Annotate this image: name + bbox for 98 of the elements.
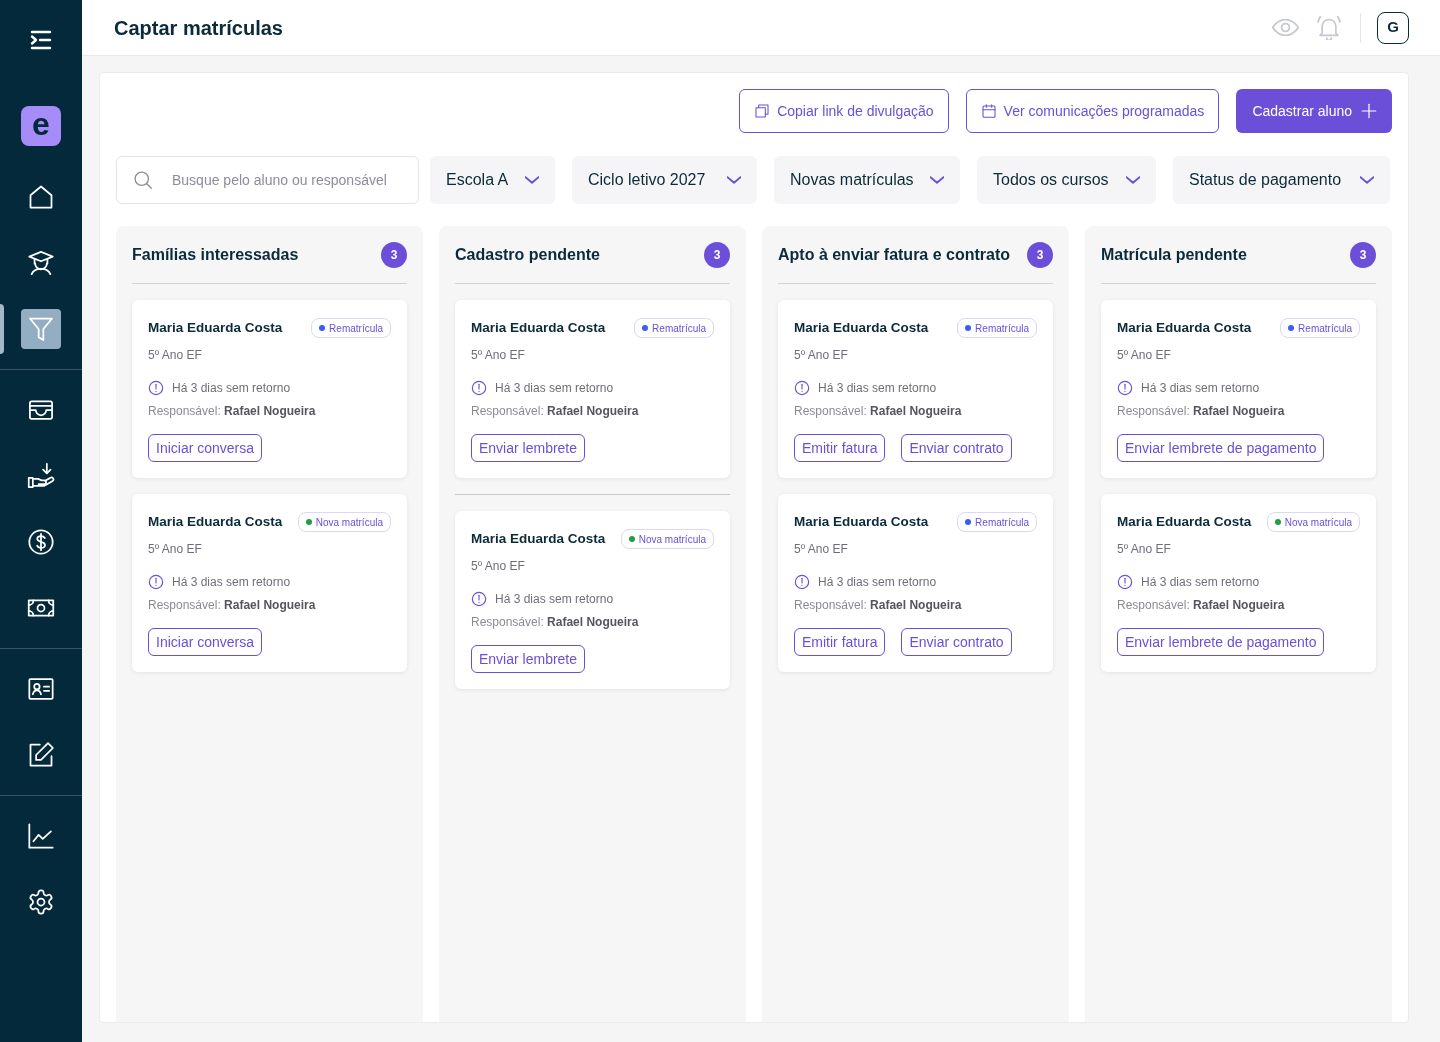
edit-icon — [27, 741, 55, 769]
alert-icon — [794, 380, 810, 396]
count-badge: 3 — [1350, 241, 1376, 268]
tag-label: Rematrícula — [1298, 321, 1352, 336]
student-name: Maria Eduarda Costa — [794, 318, 929, 337]
student-icon — [27, 249, 55, 277]
tag-label: Nova matrícula — [638, 532, 706, 547]
alert-icon — [148, 380, 164, 396]
status-text: Há 3 dias sem retorno — [818, 380, 937, 396]
action-button[interactable]: Ver comunicações programadas — [965, 89, 1220, 133]
status-text: Há 3 dias sem retorno — [818, 574, 937, 590]
guardian-text: Responsável: Rafael Nogueira — [471, 403, 640, 419]
student-name: Maria Eduarda Costa — [148, 512, 283, 531]
card-action-button[interactable]: Enviar lembrete — [471, 645, 586, 673]
card-action-button[interactable]: Enviar lembrete de pagamento — [1117, 628, 1325, 656]
filter-dropdown[interactable]: Status de pagamento — [1173, 156, 1390, 204]
status-text: Há 3 dias sem retorno — [1141, 380, 1260, 396]
selection-indicator — [0, 304, 4, 354]
card-action-button[interactable]: Enviar contrato — [901, 628, 1012, 656]
alert-icon — [471, 591, 487, 607]
tag-label: Nova matrícula — [1284, 515, 1352, 530]
status-text: Há 3 dias sem retorno — [172, 380, 291, 396]
alert-icon — [1117, 574, 1133, 590]
app-logo: e — [21, 106, 61, 146]
filter-dropdown[interactable]: Ciclo letivo 2027 — [572, 156, 757, 204]
column-title: Famílias interessadas — [132, 244, 299, 265]
avatar-button[interactable]: G — [1377, 11, 1409, 44]
id-card-icon — [27, 675, 55, 703]
student-name: Maria Eduarda Costa — [471, 318, 606, 337]
alert-icon — [148, 574, 164, 590]
count-badge: 3 — [1027, 241, 1053, 268]
guardian-text: Responsável: Rafael Nogueira — [1117, 403, 1286, 419]
column-title: Apto à enviar fatura e contrato — [778, 244, 1011, 265]
menu-icon[interactable] — [29, 28, 53, 52]
home-icon — [27, 183, 55, 211]
grade-text: 5º Ano EF — [794, 347, 849, 363]
count-badge: 3 — [381, 241, 407, 268]
status-text: Há 3 dias sem retorno — [1141, 574, 1260, 590]
tag-label: Rematrícula — [329, 321, 383, 336]
student-name: Maria Eduarda Costa — [1117, 512, 1252, 531]
card-action-button[interactable]: Iniciar conversa — [148, 628, 263, 656]
guardian-text: Responsável: Rafael Nogueira — [148, 403, 317, 419]
column-title: Matrícula pendente — [1101, 244, 1247, 265]
guardian-text: Responsável: Rafael Nogueira — [794, 403, 963, 419]
tag-label: Nova matrícula — [315, 515, 383, 530]
card-action-button[interactable]: Emitir fatura — [794, 628, 886, 656]
add-student-button[interactable]: Cadastrar aluno — [1236, 89, 1392, 133]
filter-icon — [27, 315, 55, 343]
card-action-button[interactable]: Iniciar conversa — [148, 434, 263, 462]
page-title: Captar matrículas — [114, 15, 283, 41]
chevron-down-icon — [1360, 176, 1374, 184]
action-button[interactable]: Copiar link de divulgação — [739, 89, 949, 133]
card-action-button[interactable]: Enviar contrato — [901, 434, 1012, 462]
guardian-text: Responsável: Rafael Nogueira — [1117, 597, 1286, 613]
status-text: Há 3 dias sem retorno — [495, 380, 614, 396]
alert-icon — [1117, 380, 1133, 396]
status-text: Há 3 dias sem retorno — [172, 574, 291, 590]
guardian-text: Responsável: Rafael Nogueira — [148, 597, 317, 613]
status-text: Há 3 dias sem retorno — [495, 591, 614, 607]
grade-text: 5º Ano EF — [471, 347, 526, 363]
grade-text: 5º Ano EF — [1117, 541, 1172, 557]
student-name: Maria Eduarda Costa — [148, 318, 283, 337]
alert-icon — [794, 574, 810, 590]
card-action-button[interactable]: Enviar lembrete de pagamento — [1117, 434, 1325, 462]
filter-dropdown[interactable]: Novas matrículas — [774, 156, 960, 204]
chevron-down-icon — [727, 176, 741, 184]
chevron-down-icon — [525, 176, 539, 184]
search-icon — [133, 170, 153, 190]
grade-text: 5º Ano EF — [794, 541, 849, 557]
card-action-button[interactable]: Enviar lembrete — [471, 434, 586, 462]
line-chart-icon — [27, 822, 55, 850]
card-action-button[interactable]: Emitir fatura — [794, 434, 886, 462]
guardian-text: Responsável: Rafael Nogueira — [794, 597, 963, 613]
settings-icon — [27, 888, 55, 916]
grade-text: 5º Ano EF — [1117, 347, 1172, 363]
grade-text: 5º Ano EF — [148, 541, 203, 557]
student-name: Maria Eduarda Costa — [1117, 318, 1252, 337]
dollar-icon — [27, 528, 55, 556]
copy-icon — [754, 103, 771, 119]
plus-icon — [1360, 102, 1378, 120]
tag-label: Rematrícula — [975, 321, 1029, 336]
chevron-down-icon — [1126, 176, 1140, 184]
student-name: Maria Eduarda Costa — [471, 529, 606, 548]
column-title: Cadastro pendente — [455, 244, 600, 265]
tag-label: Rematrícula — [652, 321, 706, 336]
grade-text: 5º Ano EF — [148, 347, 203, 363]
tag-label: Rematrícula — [975, 515, 1029, 530]
alert-icon — [471, 380, 487, 396]
grade-text: 5º Ano EF — [471, 558, 526, 574]
guardian-text: Responsável: Rafael Nogueira — [471, 614, 640, 630]
calendar-icon — [980, 103, 997, 119]
search-field[interactable]: Busque pelo aluno ou responsável — [116, 156, 419, 204]
student-name: Maria Eduarda Costa — [794, 512, 929, 531]
filter-dropdown[interactable]: Escola A — [430, 156, 555, 204]
filter-dropdown[interactable]: Todos os cursos — [977, 156, 1156, 204]
hand-arrow-icon — [27, 462, 55, 490]
chevron-down-icon — [930, 176, 944, 184]
count-badge: 3 — [704, 241, 730, 268]
